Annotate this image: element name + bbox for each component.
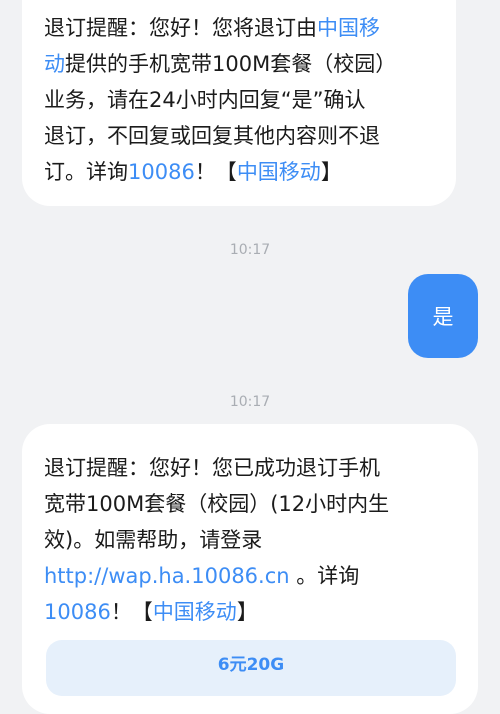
message-text: ！【 [110,600,153,624]
message-line: 效)。如需帮助，请登录 [44,528,263,552]
message-timestamp: 10:17 [229,242,271,258]
message-line: 退订提醒：您好！您已成功退订手机 [44,456,380,480]
message-text: 退订提醒：您好！您将退订由 [44,16,317,40]
message-text: 提供的手机宽带100M套餐（校园） [65,52,397,76]
message-text: 】 [320,160,342,184]
promo-card-6-yuan-20g[interactable]: 6元20G [46,640,456,696]
brand-link[interactable]: 中国移 [317,16,380,40]
message-line: 10086！【中国移动】 [44,594,458,630]
outgoing-message-reply[interactable]: 是 [408,274,478,358]
message-text: 。详询 [289,564,360,588]
phone-number-link[interactable]: 10086 [128,160,195,184]
message-line: 订。详询10086！【中国移动】 [44,154,436,190]
url-link[interactable]: http://wap.ha.10086.cn [44,564,290,588]
phone-number-link[interactable]: 10086 [44,600,111,624]
message-line: http://wap.ha.10086.cn 。详询 [44,558,458,594]
message-line: 退订，不回复或回复其他内容则不退 [44,124,380,148]
brand-link[interactable]: 中国移动 [153,600,237,624]
brand-link[interactable]: 中国移动 [237,160,321,184]
message-timestamp: 10:17 [229,394,271,410]
message-text: 】 [236,600,258,624]
message-line: 宽带100M套餐（校园）(12小时内生 [44,492,390,516]
brand-link[interactable]: 动 [44,52,65,76]
message-text: ！【 [194,160,237,184]
message-line: 业务，请在24小时内回复“是”确认 [44,88,366,112]
message-line: 退订提醒：您好！您将退订由中国移 [44,10,436,46]
incoming-message-unsubscribe-request[interactable]: 退订提醒：您好！您将退订由中国移 动提供的手机宽带100M套餐（校园） 业务，请… [22,0,456,206]
message-text: 订。详询 [44,160,128,184]
message-line: 动提供的手机宽带100M套餐（校园） [44,46,436,82]
